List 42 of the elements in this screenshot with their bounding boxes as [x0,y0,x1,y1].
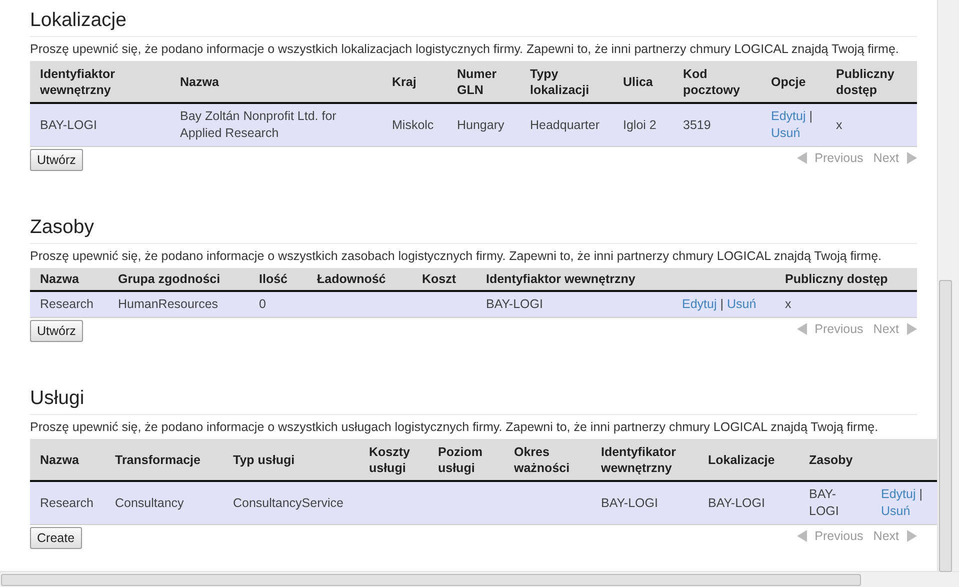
table-cell: Igloi 2 [623,118,656,132]
table-cell: HumanResources [118,297,218,311]
table-cell: x [836,118,842,132]
scrollbar-thumb[interactable] [1,574,861,586]
table-cell: Research [40,496,94,510]
table-cell: BAY-LOGI [486,297,543,311]
previous-arrow-icon[interactable] [796,152,807,164]
table-cell: Headquarter [530,118,600,132]
horizontal-scrollbar[interactable] [0,571,937,587]
section-description: Proszę upewnić się, że podano informacje o wszystkich zasobach logistycznych firmy. Zapewni to, że inni partnerzy chmury LOGICAL znajdą Twoją firmę. [30,248,883,264]
table-cell: BAY-LOGI [40,118,97,132]
previous-arrow-icon[interactable] [796,530,807,542]
section-title: Lokalizacje [30,8,917,37]
link-separator: | [919,487,922,501]
table-cell: BAY-LOGI [601,496,658,510]
section-title: Usługi [30,386,917,415]
create-button[interactable]: Utwórz [30,149,83,171]
table-cell: 3519 [683,118,711,132]
create-button[interactable]: Utwórz [30,320,83,342]
section-title: Zasoby [30,215,917,244]
scrollbar-corner [937,571,959,587]
section-description: Proszę upewnić się, że podano informacje o wszystkich usługach logistycznych firmy. Zapewni to, że inni partnerzy chmury LOGICAL znajdą Twoją firmę. [30,419,880,435]
previous-arrow-icon[interactable] [796,323,807,335]
next-arrow-icon[interactable] [907,152,917,164]
table-cell: BAY-LOGI [708,496,765,510]
section-description: Proszę upewnić się, że podano informacje o wszystkich lokalizacjach logistycznych firmy. Zapewni to, że inni partnerzy chmury LOGICAL znajdą Twoją firmę. [30,41,900,57]
table-cell: BAY-LOGI [809,487,839,518]
table-cell: Research [40,297,94,311]
link-separator: | [720,297,724,311]
table-cell: Hungary [457,118,504,132]
next-arrow-icon[interactable] [907,530,917,542]
table-cell: x [785,297,792,311]
table-cell: Miskolc [392,118,434,132]
create-button[interactable]: Create [30,527,82,549]
table-cell: Consultancy [115,496,184,510]
next-arrow-icon[interactable] [907,323,917,335]
table-cell: 0 [259,297,266,311]
table-cell: ConsultancyService [233,496,344,510]
table-cell: Bay Zoltán Nonprofit Ltd. for Applied Research [180,109,336,140]
vertical-scrollbar[interactable] [937,0,959,571]
link-separator: | [809,109,812,123]
scrollbar-thumb[interactable] [939,280,952,572]
